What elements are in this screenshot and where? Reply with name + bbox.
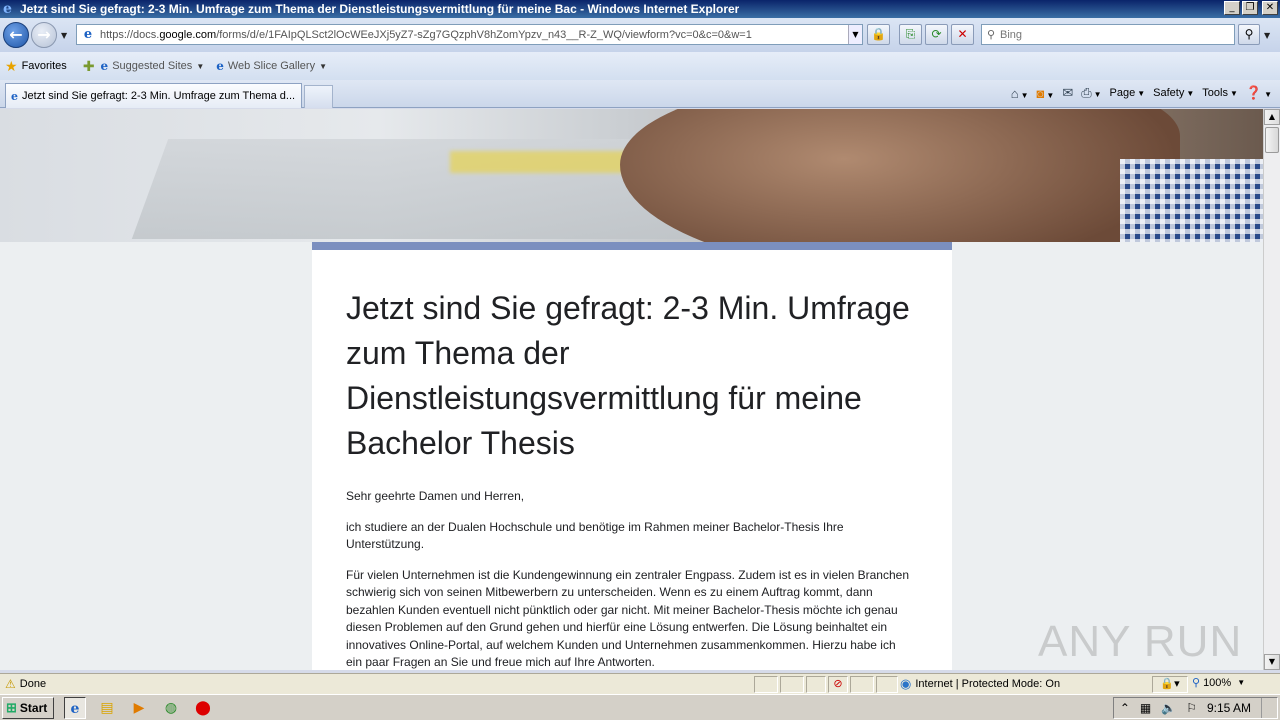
start-button[interactable]: ⊞ Start (2, 696, 54, 719)
tab-current[interactable]: e Jetzt sind Sie gefragt: 2-3 Min. Umfra… (5, 83, 302, 108)
status-text: Done (19, 678, 47, 690)
favorites-star-icon: ★ (5, 57, 18, 74)
form-card: Jetzt sind Sie gefragt: 2-3 Min. Umfrage… (312, 242, 952, 670)
chevron-down-icon: ▼ (1237, 678, 1246, 687)
show-desktop-button[interactable] (1261, 698, 1271, 718)
tab-bar: e Jetzt sind Sie gefragt: 2-3 Min. Umfra… (0, 80, 1280, 108)
search-provider-icon: ⚲ (986, 28, 996, 41)
tools-menu[interactable]: Tools ▼ (1202, 87, 1238, 99)
search-button[interactable]: ⚲ (1238, 24, 1260, 45)
scroll-down-button[interactable]: ▼ (1264, 654, 1280, 670)
close-button[interactable]: ✕ (1262, 1, 1278, 15)
ie-page-icon: e (216, 59, 224, 73)
favorites-button[interactable]: Favorites (22, 60, 67, 72)
window-title-bar: e Jetzt sind Sie gefragt: 2-3 Min. Umfra… (0, 0, 1280, 18)
form-paragraph: ich studiere an der Dualen Hochschule un… (346, 519, 844, 552)
scroll-thumb[interactable] (1265, 127, 1279, 153)
zoom-control[interactable]: ⚲ 100% ▼ (1192, 676, 1246, 690)
new-tab-button[interactable] (304, 85, 333, 108)
chrome-icon[interactable]: ◍ (160, 697, 182, 719)
popup-blocker-icon[interactable]: ⊘ (828, 676, 848, 693)
ie-page-icon: e (100, 59, 109, 73)
add-to-favorites-icon[interactable]: ✚ (83, 58, 95, 75)
address-dropdown-button[interactable]: ▼ (848, 25, 862, 44)
windows-explorer-icon[interactable]: ▤ (96, 697, 118, 719)
internet-explorer-taskbar-icon[interactable]: e (64, 696, 86, 719)
status-bar: ⚠ Done ⊘ ◉ Internet | Protected Mode: On… (0, 673, 1280, 694)
windows-flag-icon: ⊞ (6, 699, 17, 715)
refresh-icon[interactable]: ⟳ (925, 24, 948, 45)
minimize-button[interactable]: _ (1224, 1, 1240, 15)
warning-icon: ⚠ (5, 677, 16, 691)
search-input[interactable]: Bing (1000, 29, 1022, 41)
form-paragraph: Sehr geehrte Damen und Herren, (346, 489, 525, 503)
print-icon: ⎙ (1081, 85, 1092, 100)
address-url[interactable]: https://docs.google.com/forms/d/e/1FAIpQ… (100, 29, 848, 41)
anyrun-watermark: ANY RUN (1038, 617, 1243, 666)
scroll-up-button[interactable]: ▲ (1264, 109, 1280, 125)
print-button[interactable]: ⎙ ▼ (1081, 85, 1101, 101)
page-menu[interactable]: Page ▼ (1110, 87, 1146, 99)
form-description: Sehr geehrte Damen und Herren, ich studi… (346, 488, 911, 670)
security-zone[interactable]: ◉ Internet | Protected Mode: On (900, 676, 1060, 692)
mail-icon[interactable]: ✉ (1062, 85, 1073, 101)
network-icon[interactable]: ▦ (1140, 701, 1151, 715)
action-center-flag-icon[interactable]: ⚐ (1186, 701, 1197, 715)
opera-icon[interactable]: ⬤ (192, 697, 214, 719)
chevron-down-icon: ▼ (319, 61, 328, 71)
vertical-scrollbar[interactable]: ▲ ▼ (1263, 109, 1280, 670)
home-button[interactable]: ⌂ ▼ (1011, 86, 1029, 101)
volume-icon[interactable]: 🔈 (1161, 701, 1176, 715)
page-viewport: Jetzt sind Sie gefragt: 2-3 Min. Umfrage… (0, 109, 1263, 670)
feeds-button[interactable]: ◙ ▼ (1037, 86, 1055, 101)
chevron-down-icon: ▼ (196, 61, 205, 71)
clock[interactable]: 9:15 AM (1207, 701, 1251, 715)
show-hidden-icons-icon[interactable]: ⌃ (1120, 701, 1130, 715)
taskbar: ⊞ Start e ▤ ▶ ◍ ⬤ ⌃ ▦ 🔈 ⚐ 9:15 AM (0, 694, 1280, 720)
help-icon: ❓ (1245, 85, 1263, 100)
window-controls: _ ❐ ✕ (1224, 1, 1278, 15)
safety-menu[interactable]: Safety ▼ (1153, 87, 1194, 99)
stop-icon[interactable]: ✕ (951, 24, 974, 45)
globe-icon: ◉ (900, 676, 912, 691)
media-player-icon[interactable]: ▶ (128, 697, 150, 719)
rss-icon: ◙ (1036, 85, 1045, 101)
recent-pages-dropdown[interactable]: ▼ (61, 31, 67, 40)
address-bar[interactable]: e https://docs.google.com/forms/d/e/1FAI… (76, 24, 863, 45)
form-title: Jetzt sind Sie gefragt: 2-3 Min. Umfrage… (346, 290, 910, 461)
protected-mode-lock-button[interactable]: 🔒▾ (1152, 676, 1188, 693)
web-slice-gallery-item[interactable]: e Web Slice Gallery ▼ (216, 59, 327, 73)
quick-launch: e ▤ ▶ ◍ ⬤ (64, 696, 214, 719)
compatibility-view-icon[interactable]: ⎘ (899, 24, 922, 45)
search-box[interactable]: ⚲ Bing (981, 24, 1235, 45)
window-title: Jetzt sind Sie gefragt: 2-3 Min. Umfrage… (20, 2, 740, 16)
restore-button[interactable]: ❐ (1242, 1, 1258, 15)
help-button[interactable]: ❓ ▼ (1246, 85, 1272, 101)
search-options-dropdown[interactable]: ▼ (1264, 31, 1270, 40)
back-button[interactable]: ← (3, 22, 29, 48)
zoom-icon: ⚲ (1192, 677, 1201, 689)
command-bar: ⌂ ▼ ◙ ▼ ✉ ⎙ ▼ Page ▼ Safety ▼ Tools ▼ ❓ ▼ (1011, 85, 1272, 101)
header-banner-image (0, 109, 1263, 242)
suggested-sites-item[interactable]: e Suggested Sites ▼ (101, 59, 205, 73)
ie-page-icon: e (11, 89, 18, 103)
favorites-bar: ★ Favorites ✚ e Suggested Sites ▼ e Web … (0, 52, 1280, 80)
navigation-bar: ← → ▼ e https://docs.google.com/forms/d/… (0, 18, 1280, 52)
page-icon: e (83, 26, 93, 42)
system-tray: ⌃ ▦ 🔈 ⚐ 9:15 AM (1112, 697, 1278, 719)
form-paragraph: Für vielen Unternehmen ist die Kundengew… (346, 567, 909, 670)
forward-button[interactable]: → (31, 22, 57, 48)
ie-logo-icon: e (3, 1, 12, 17)
lock-icon[interactable]: 🔒 (867, 24, 890, 45)
home-icon: ⌂ (1010, 85, 1019, 101)
